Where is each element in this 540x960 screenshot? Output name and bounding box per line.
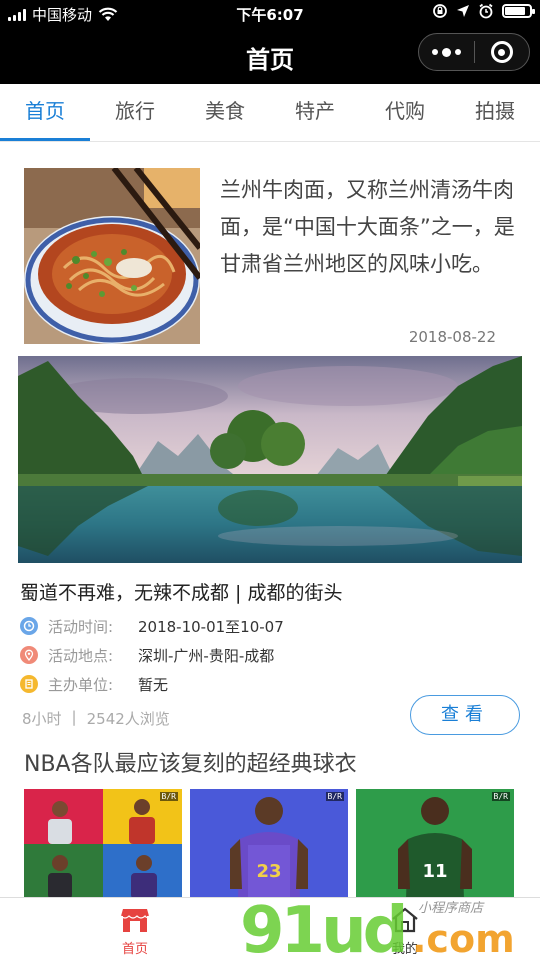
card-badge: B/R (325, 792, 344, 801)
store-icon (120, 909, 150, 932)
tab-travel[interactable]: 旅行 (90, 84, 180, 141)
view-button[interactable]: 查看 (410, 695, 520, 735)
post-age: 8小时 (22, 710, 62, 728)
location-arrow-icon (457, 5, 469, 17)
beef-noodle-image[interactable] (24, 168, 200, 344)
event-banner-image[interactable] (18, 356, 522, 563)
battery-icon (502, 4, 535, 18)
jersey-cards: B/R 23 B/R 11 B/R (24, 789, 516, 899)
tab-photography[interactable]: 拍摄 (450, 84, 540, 141)
section-title[interactable]: NBA各队最应该复刻的超经典球衣 (24, 746, 357, 778)
svg-text:23: 23 (256, 861, 281, 882)
battery-level (505, 7, 525, 15)
bottom-tab-bar: 首页 我的 (0, 897, 540, 960)
meta-separator: | (71, 708, 77, 726)
nav-bar: 首页 (0, 28, 540, 84)
more-dots-icon[interactable] (419, 33, 474, 71)
tab-purchasing[interactable]: 代购 (360, 84, 450, 141)
status-bar: 中国移动 下午6:07 (0, 0, 540, 28)
alarm-icon (479, 3, 493, 19)
app-root: 中国移动 下午6:07 首页 首页 旅行 美食 特产 代购 拍摄 兰州牛肉面，又… (0, 0, 540, 960)
bottom-tab-home-label: 首页 (121, 942, 148, 957)
bottom-tab-mine[interactable]: 我的 (360, 904, 450, 957)
bottom-tab-mine-label: 我的 (391, 942, 418, 957)
rotation-lock-icon (433, 4, 447, 18)
event-organizer-row: 主办单位: 暂无 (20, 672, 168, 696)
record-circle-icon[interactable] (475, 33, 529, 71)
bottom-tab-home[interactable]: 首页 (90, 904, 180, 957)
location-pin-icon (20, 646, 38, 664)
document-icon (20, 675, 38, 693)
event-organizer-label: 主办单位: (48, 675, 114, 694)
player-green-jersey-image[interactable]: 11 B/R (356, 789, 514, 899)
category-tabs: 首页 旅行 美食 特产 代购 拍摄 (0, 84, 540, 142)
jersey-collage-image[interactable]: B/R (24, 789, 182, 899)
view-count: 2542人浏览 (86, 710, 170, 728)
article-date: 2018-08-22 (408, 328, 496, 346)
event-location-label: 活动地点: (48, 646, 114, 665)
tab-specialty[interactable]: 特产 (270, 84, 360, 141)
svg-text:11: 11 (422, 861, 447, 882)
article-summary[interactable]: 兰州牛肉面，又称兰州清汤牛肉面，是“中国十大面条”之一，是甘肃省兰州地区的风味小… (220, 172, 520, 283)
event-time-row: 活动时间: 2018-10-01至10-07 (20, 614, 284, 638)
clock-icon (20, 617, 38, 635)
mini-program-capsule (418, 33, 530, 71)
event-time-value: 2018-10-01至10-07 (138, 617, 284, 636)
house-icon (392, 907, 418, 933)
tab-home[interactable]: 首页 (0, 84, 90, 141)
card-badge: B/R (491, 792, 510, 801)
tab-food[interactable]: 美食 (180, 84, 270, 141)
status-right (432, 3, 535, 19)
event-location-value: 深圳-广州-贵阳-成都 (138, 646, 275, 665)
event-meta: 8小时 | 2542人浏览 (22, 708, 170, 729)
event-location-row: 活动地点: 深圳-广州-贵阳-成都 (20, 643, 274, 667)
event-title[interactable]: 蜀道不再难，无辣不成都 | 成都的街头 (20, 578, 342, 605)
player-purple-jersey-image[interactable]: 23 B/R (190, 789, 348, 899)
card-badge: B/R (159, 792, 178, 801)
event-organizer-value: 暂无 (138, 675, 169, 694)
event-time-label: 活动时间: (48, 617, 114, 636)
